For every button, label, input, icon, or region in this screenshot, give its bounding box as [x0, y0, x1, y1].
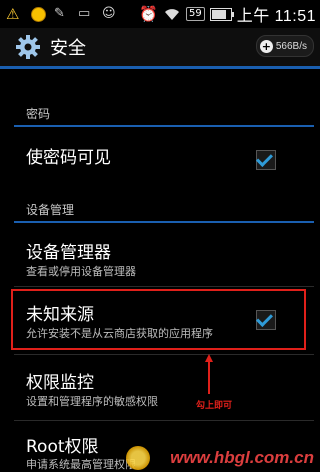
page-title: 安全 [50, 38, 86, 59]
alarm-icon: ⏰ [139, 5, 158, 23]
annotation-arrow-icon [205, 354, 213, 394]
network-speed-text: 566B/s [275, 40, 307, 52]
check-icon [256, 150, 273, 167]
setting-permission-monitor[interactable]: 权限监控 设置和管理程序的敏感权限 [0, 358, 320, 416]
setting-title: Root权限 [26, 437, 99, 457]
network-speed-badge: + 566B/s [255, 35, 314, 57]
sim-signal-indicator: 59 [185, 7, 205, 21]
watermark-logo-icon [126, 446, 150, 470]
section-header-password: 密码 [14, 103, 314, 127]
divider [14, 354, 314, 355]
user-icon: ☺ [102, 6, 116, 21]
status-bar: ⚠ ✎ ▭ ☺ ⏰ 59 上午 11:51 [0, 0, 320, 28]
notification-dot-icon [30, 6, 46, 22]
watermark-text: www.hbgl.com.cn [170, 448, 314, 467]
setting-title: 使密码可见 [26, 148, 111, 168]
setting-device-administrators[interactable]: 设备管理器 查看或停用设备管理器 [0, 228, 320, 284]
setting-show-password[interactable]: 使密码可见 [0, 130, 320, 184]
battery-icon [209, 7, 234, 21]
wifi-icon [164, 9, 179, 20]
section-header-label: 设备管理 [26, 203, 75, 217]
setting-title: 设备管理器 [26, 243, 111, 263]
setting-subtitle: 查看或停用设备管理器 [26, 265, 136, 278]
action-bar: 安全 + 566B/s [0, 28, 320, 66]
section-header-device-admin: 设备管理 [14, 199, 314, 223]
speed-icon: + [259, 39, 273, 53]
setting-title: 权限监控 [26, 373, 94, 393]
setting-subtitle: 申请系统最高管理权限 [26, 458, 136, 471]
divider [14, 420, 314, 421]
warning-icon: ⚠ [6, 5, 20, 23]
gear-icon[interactable] [14, 33, 42, 61]
document-icon: ▭ [78, 6, 91, 21]
setting-subtitle: 设置和管理程序的敏感权限 [26, 395, 158, 408]
divider [14, 286, 314, 287]
show-password-checkbox[interactable] [256, 150, 276, 170]
highlight-box [11, 289, 306, 350]
pen-icon: ✎ [54, 6, 65, 21]
action-bar-divider [0, 66, 320, 69]
section-header-label: 密码 [26, 107, 51, 121]
annotation-text: 勾上即可 [196, 401, 233, 411]
status-time: 上午 11:51 [236, 8, 316, 25]
